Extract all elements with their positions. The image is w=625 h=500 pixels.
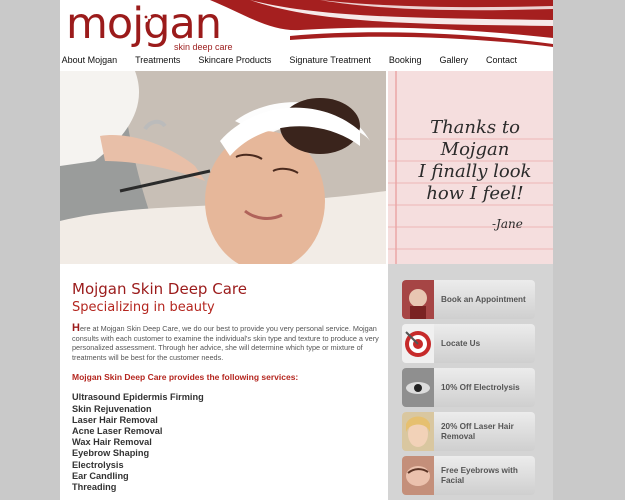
nav-item-signature-treatment[interactable]: Signature Treatment xyxy=(289,52,371,68)
header: mojgan skin deep care xyxy=(60,0,553,52)
logo-tagline: skin deep care xyxy=(174,42,233,52)
face-icon xyxy=(402,412,434,451)
sidebar: Book an Appointment Locate Us 10% Off El… xyxy=(388,264,553,500)
testimonial-line: how I feel! xyxy=(426,183,524,204)
service-item: Laser Hair Removal xyxy=(72,414,158,425)
nav-item-skincare-products[interactable]: Skincare Products xyxy=(198,52,271,68)
nav-item-treatments[interactable]: Treatments xyxy=(135,52,180,68)
electrolysis-offer-button[interactable]: 10% Off Electrolysis xyxy=(402,368,535,407)
main-content: Mojgan Skin Deep Care Specializing in be… xyxy=(72,280,386,493)
free-eyebrows-label: Free Eyebrows with Facial xyxy=(441,465,518,485)
intro-paragraph: Here at Mojgan Skin Deep Care, we do our… xyxy=(72,322,386,362)
service-item: Eyebrow Shaping xyxy=(72,448,150,459)
service-item: Ear Candling xyxy=(72,470,129,481)
service-item: Ultrasound Epidermis Firming xyxy=(72,392,204,403)
page-title: Mojgan Skin Deep Care xyxy=(72,280,247,298)
hero-facial-photo xyxy=(60,71,386,264)
book-appointment-label: Book an Appointment xyxy=(441,294,526,304)
testimonial-signature: -Jane xyxy=(492,217,523,231)
target-icon xyxy=(402,324,434,363)
logo-wordmark: mojgan xyxy=(66,0,222,49)
flower-icon xyxy=(140,11,152,23)
electrolysis-offer-label: 10% Off Electrolysis xyxy=(441,382,520,392)
intro-text: ere at Mojgan Skin Deep Care, we do our … xyxy=(72,324,379,362)
page: mojgan skin deep care About Mojgan Treat… xyxy=(60,0,553,500)
service-item: Skin Rejuvenation xyxy=(72,403,152,414)
free-eyebrows-button[interactable]: Free Eyebrows with Facial xyxy=(402,456,535,495)
laser-hair-offer-button[interactable]: 20% Off Laser Hair Removal xyxy=(402,412,535,451)
appointment-icon xyxy=(402,280,434,319)
laser-hair-offer-label: 20% Off Laser Hair Removal xyxy=(441,421,514,441)
testimonial-line: Thanks to xyxy=(430,117,520,138)
nav-item-contact[interactable]: Contact xyxy=(486,52,517,68)
nav-item-booking[interactable]: Booking xyxy=(389,52,422,68)
service-item: Wax Hair Removal xyxy=(72,437,152,448)
facial-treatment-illustration xyxy=(60,71,386,264)
service-item: Threading xyxy=(72,482,117,492)
eyebrow-icon xyxy=(402,456,434,495)
service-item: Electrolysis xyxy=(72,459,124,470)
locate-us-button[interactable]: Locate Us xyxy=(402,324,535,363)
testimonial-line: I finally look xyxy=(418,161,532,182)
testimonial-note: Thanks to Mojgan I finally look how I fe… xyxy=(388,71,553,264)
services-list: Ultrasound Epidermis Firming Skin Rejuve… xyxy=(72,392,386,493)
locate-us-label: Locate Us xyxy=(441,338,481,348)
services-heading: Mojgan Skin Deep Care provides the follo… xyxy=(72,372,299,383)
page-subtitle: Specializing in beauty xyxy=(72,300,215,315)
testimonial-line: Mojgan xyxy=(440,139,510,160)
testimonial-text: Thanks to Mojgan I finally look how I fe… xyxy=(400,117,550,205)
logo[interactable]: mojgan skin deep care xyxy=(66,0,233,52)
main-nav: About Mojgan Treatments Skincare Product… xyxy=(60,52,553,68)
nav-item-gallery[interactable]: Gallery xyxy=(439,52,468,68)
eye-closeup-icon xyxy=(402,368,434,407)
service-item: Acne Laser Removal xyxy=(72,425,163,436)
intro-dropcap: H xyxy=(72,322,80,334)
book-appointment-button[interactable]: Book an Appointment xyxy=(402,280,535,319)
nav-item-about[interactable]: About Mojgan xyxy=(62,52,118,68)
